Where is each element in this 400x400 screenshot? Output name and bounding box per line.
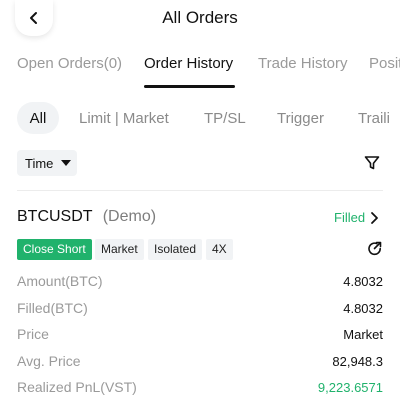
filter-limit-market[interactable]: Limit | Market: [79, 110, 169, 127]
detail-row-amount: Amount(BTC) 4.8032: [17, 273, 383, 300]
detail-value: 4.8032: [343, 274, 383, 289]
symbol-mode: (Demo): [102, 208, 157, 225]
tab-order-history[interactable]: Order History: [144, 55, 233, 72]
filter-funnel-icon[interactable]: [364, 155, 380, 171]
detail-value: 4.8032: [343, 300, 383, 316]
tag-leverage: 4X: [206, 239, 233, 260]
detail-value-pnl: 9,223.6571: [317, 380, 383, 395]
time-dropdown[interactable]: Time: [17, 150, 77, 176]
chevron-right-icon[interactable]: [369, 211, 379, 225]
active-tab-indicator: [144, 85, 235, 88]
detail-label: Price: [17, 326, 49, 342]
time-dropdown-label: Time: [25, 155, 54, 171]
detail-row-price: Price Market: [17, 326, 383, 353]
filter-tp-sl[interactable]: TP/SL: [204, 110, 246, 127]
tab-open-orders[interactable]: Open Orders(0): [17, 55, 122, 72]
tag-isolated: Isolated: [148, 239, 203, 260]
detail-row-realized-pnl: Realized PnL(VST) 9,223.6571: [17, 379, 383, 400]
tag-market: Market: [95, 239, 144, 260]
filter-trailing[interactable]: Traili: [358, 110, 390, 127]
tag-close-short: Close Short: [17, 239, 92, 260]
tab-positions[interactable]: Posit: [369, 55, 400, 72]
all-orders-screen: All Orders Open Orders(0) Order History …: [0, 0, 400, 400]
detail-value: Market: [343, 327, 383, 342]
detail-value: 82,948.3: [332, 353, 383, 369]
detail-label: Realized PnL(VST): [17, 379, 137, 395]
detail-label: Avg. Price: [17, 352, 81, 369]
order-type-filters: All Limit | Market TP/SL Trigger Traili: [0, 100, 400, 136]
detail-label: Filled(BTC): [17, 299, 88, 316]
caret-down-icon: [61, 160, 72, 166]
order-symbol: BTCUSDT (Demo): [17, 208, 156, 226]
filter-all-label: All: [29, 109, 47, 127]
tab-trade-history[interactable]: Trade History: [258, 55, 347, 72]
order-details: Amount(BTC) 4.8032 Filled(BTC) 4.8032 Pr…: [17, 273, 383, 400]
symbol-name: BTCUSDT: [17, 208, 93, 225]
share-icon[interactable]: [367, 241, 383, 257]
detail-row-avg-price: Avg. Price 82,948.3: [17, 353, 383, 380]
filter-all[interactable]: All: [17, 102, 59, 134]
detail-label: Amount(BTC): [17, 273, 103, 289]
divider: [17, 190, 383, 191]
order-status[interactable]: Filled: [334, 210, 365, 225]
detail-row-filled: Filled(BTC) 4.8032: [17, 300, 383, 327]
filter-trigger[interactable]: Trigger: [277, 110, 324, 127]
page-title: All Orders: [162, 8, 238, 27]
header: All Orders: [0, 0, 400, 40]
